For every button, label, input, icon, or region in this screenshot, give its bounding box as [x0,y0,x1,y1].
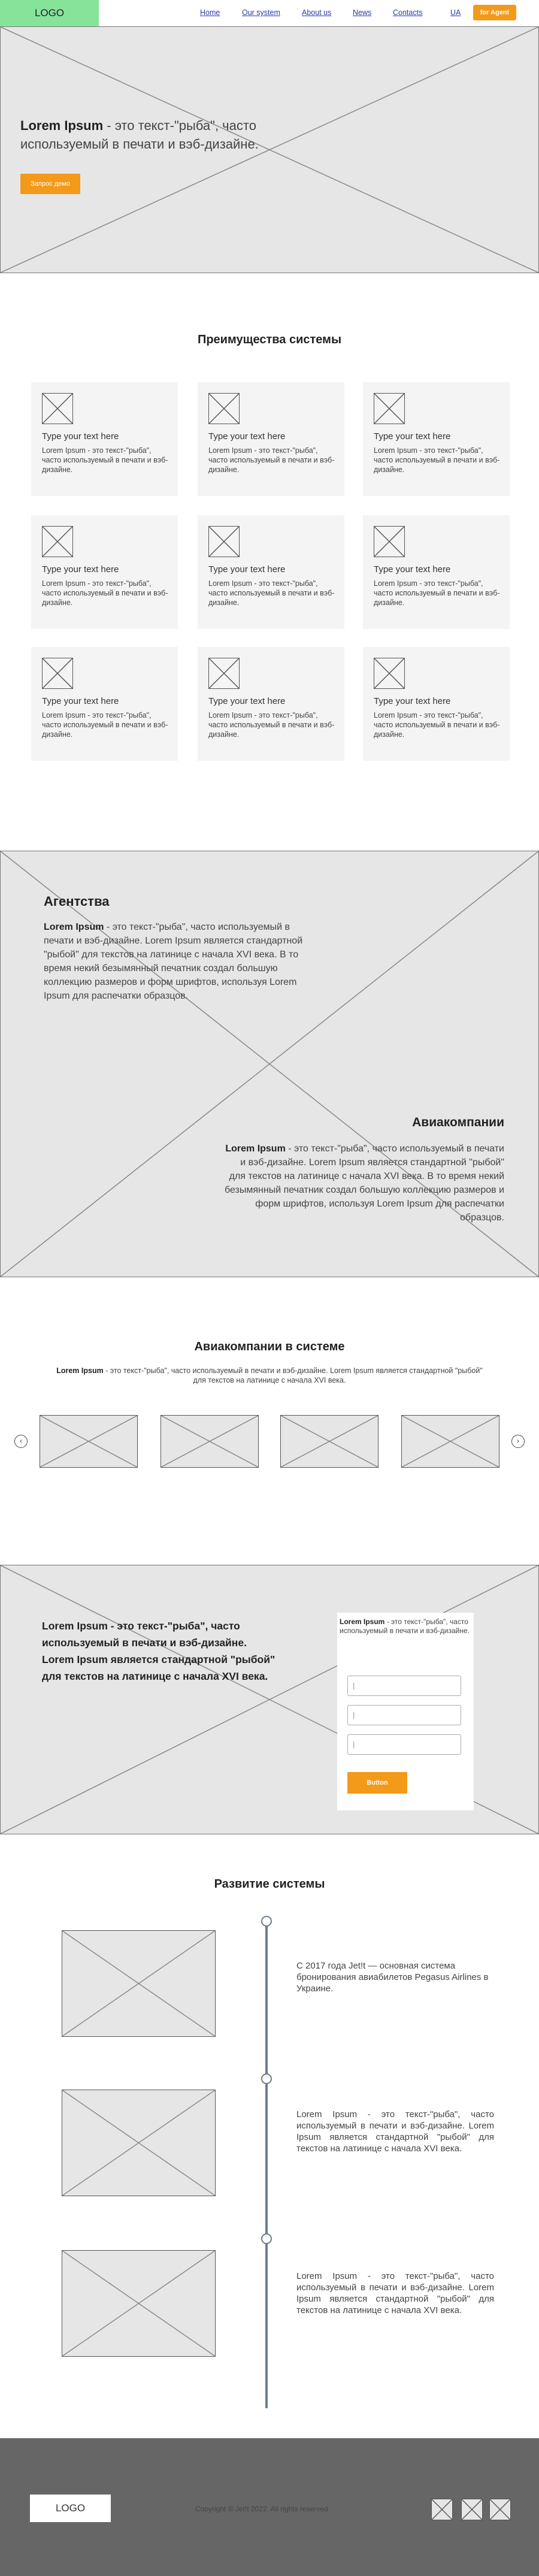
partner-logo[interactable] [401,1415,499,1468]
airlines-title: Авиакомпании [412,1115,504,1129]
image-placeholder-icon [42,658,73,689]
benefit-card-desc: Lorem Ipsum - это текст-"рыба", часто ис… [208,446,335,474]
timeline-dot [261,2233,272,2244]
benefit-card-title: Type your text here [42,564,119,575]
request-demo-button[interactable]: Запрос демо [20,174,80,194]
timeline-text: Lorem Ipsum - это текст-"рыба", часто ис… [296,2109,494,2154]
image-placeholder-icon [374,526,405,557]
benefit-card-desc: Lorem Ipsum - это текст-"рыба", часто ис… [374,711,500,739]
form-lead: Lorem Ipsum - это текст-"рыба", часто ис… [340,1617,470,1635]
form-input-3[interactable]: | [347,1734,461,1755]
benefit-card: Type your text here Lorem Ipsum - это тек… [363,382,510,496]
timeline-line [265,1917,268,2408]
timeline-dot [261,2073,272,2084]
benefit-card-title: Type your text here [374,696,451,706]
agencies-title: Агентства [44,894,110,909]
benefit-card-desc: Lorem Ipsum - это текст-"рыба", часто ис… [42,579,168,607]
footer-logo[interactable]: LOGO [30,2495,111,2522]
benefit-card-desc: Lorem Ipsum - это текст-"рыба", часто ис… [42,711,168,739]
timeline-text: С 2017 года Jet!t — основная система бро… [296,1961,489,1994]
partner-logo[interactable] [161,1415,259,1468]
airlines-text: Lorem Ipsum - это текст-"рыба", часто ис… [225,1144,504,1223]
nav-lang-switch[interactable]: UA [450,8,461,17]
header-logo[interactable]: LOGO [0,0,99,26]
hero-lead: Lorem Ipsum - это текст-"рыба", часто ис… [20,118,259,152]
timeline-text: Lorem Ipsum - это текст-"рыба", часто ис… [296,2271,494,2315]
image-placeholder-icon [208,393,240,424]
chevron-right-icon: › [517,1437,519,1445]
benefit-card: Type your text here Lorem Ipsum - это тек… [31,647,178,761]
benefit-card-title: Type your text here [208,696,286,706]
partner-logo[interactable] [40,1415,138,1468]
nav-about-us[interactable]: About us [302,8,331,17]
benefit-card-title: Type your text here [42,696,119,706]
benefit-card: Type your text here Lorem Ipsum - это тек… [198,515,344,629]
timeline-image-placeholder [62,2090,216,2196]
partner-logo[interactable] [280,1415,378,1468]
timeline-image-placeholder [62,1930,216,2037]
form-input-2[interactable]: | [347,1705,461,1725]
image-placeholder-icon [208,526,240,557]
partners-text: Lorem Ipsum - это текст-"рыба", часто ис… [56,1366,483,1384]
benefits-title: Преимущества системы [197,333,342,346]
benefit-card-title: Type your text here [208,431,286,442]
image-placeholder-icon [208,658,240,689]
benefit-card: Type your text here Lorem Ipsum - это тек… [363,515,510,629]
for-agent-button[interactable]: for Agent [473,5,516,20]
image-placeholder-icon [42,393,73,424]
social-placeholder-icon [431,2499,453,2520]
contact-lead: Lorem Ipsum - это текст-"рыба", часто ис… [42,1620,275,1682]
benefit-card-desc: Lorem Ipsum - это текст-"рыба", часто ис… [208,711,335,739]
carousel-next-button[interactable]: › [511,1435,525,1448]
benefit-card-title: Type your text here [374,564,451,575]
benefit-card-title: Type your text here [374,431,451,442]
partners-title: Авиакомпании в системе [194,1340,345,1353]
social-placeholder-icon [461,2499,483,2520]
carousel-prev-button[interactable]: ‹ [14,1435,28,1448]
social-placeholder-icon [489,2499,511,2520]
form-submit-button[interactable]: Button [347,1772,407,1794]
benefit-card: Type your text here Lorem Ipsum - это тек… [31,515,178,629]
chevron-left-icon: ‹ [20,1437,22,1445]
benefit-card: Type your text here Lorem Ipsum - это тек… [198,647,344,761]
nav-home[interactable]: Home [200,8,220,17]
image-placeholder-icon [374,658,405,689]
timeline-dot [261,1916,272,1927]
nav-contacts[interactable]: Contacts [393,8,422,17]
social-link-1[interactable] [431,2499,453,2520]
nav-news[interactable]: News [353,8,371,17]
benefit-card-desc: Lorem Ipsum - это текст-"рыба", часто ис… [208,579,335,607]
social-link-3[interactable] [489,2499,511,2520]
benefit-card: Type your text here Lorem Ipsum - это тек… [31,382,178,496]
timeline-title: Развитие системы [214,1877,325,1891]
agencies-text: Lorem Ipsum - это текст-"рыба", часто ис… [44,922,303,1001]
benefit-card-desc: Lorem Ipsum - это текст-"рыба", часто ис… [374,579,500,607]
benefit-card: Type your text here Lorem Ipsum - это тек… [198,382,344,496]
nav-our-system[interactable]: Our system [242,8,280,17]
timeline-image-placeholder [62,2250,216,2357]
image-placeholder-icon [42,526,73,557]
benefit-card: Type your text here Lorem Ipsum - это тек… [363,647,510,761]
social-link-2[interactable] [461,2499,483,2520]
copyright: Copyright © Jet!t 2022. All rights reser… [195,2505,328,2513]
benefit-card-title: Type your text here [42,431,119,442]
benefit-card-desc: Lorem Ipsum - это текст-"рыба", часто ис… [42,446,168,474]
image-placeholder-icon [374,393,405,424]
benefit-card-desc: Lorem Ipsum - это текст-"рыба", часто ис… [374,446,500,474]
form-input-1[interactable]: | [347,1676,461,1696]
benefit-card-title: Type your text here [208,564,286,575]
